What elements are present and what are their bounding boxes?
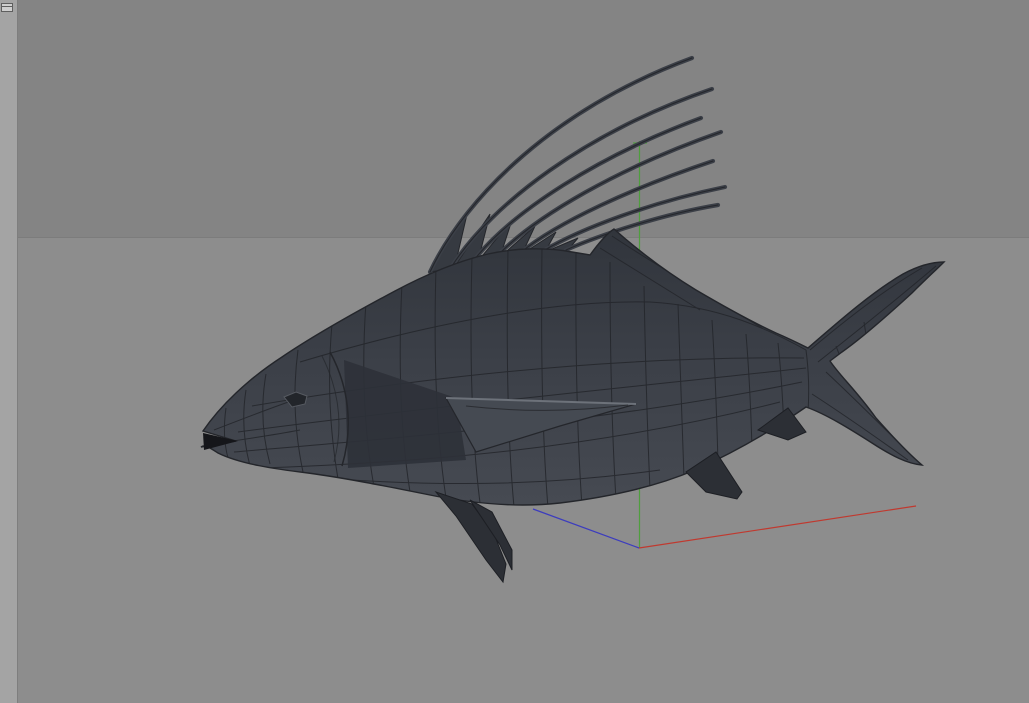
application-window	[0, 0, 1029, 703]
panel-icon[interactable]	[1, 3, 13, 12]
viewport-3d[interactable]	[0, 0, 1029, 703]
sky-background	[0, 0, 1029, 237]
panel-splitter[interactable]	[0, 0, 17, 703]
left-panel-strip[interactable]	[0, 0, 18, 703]
